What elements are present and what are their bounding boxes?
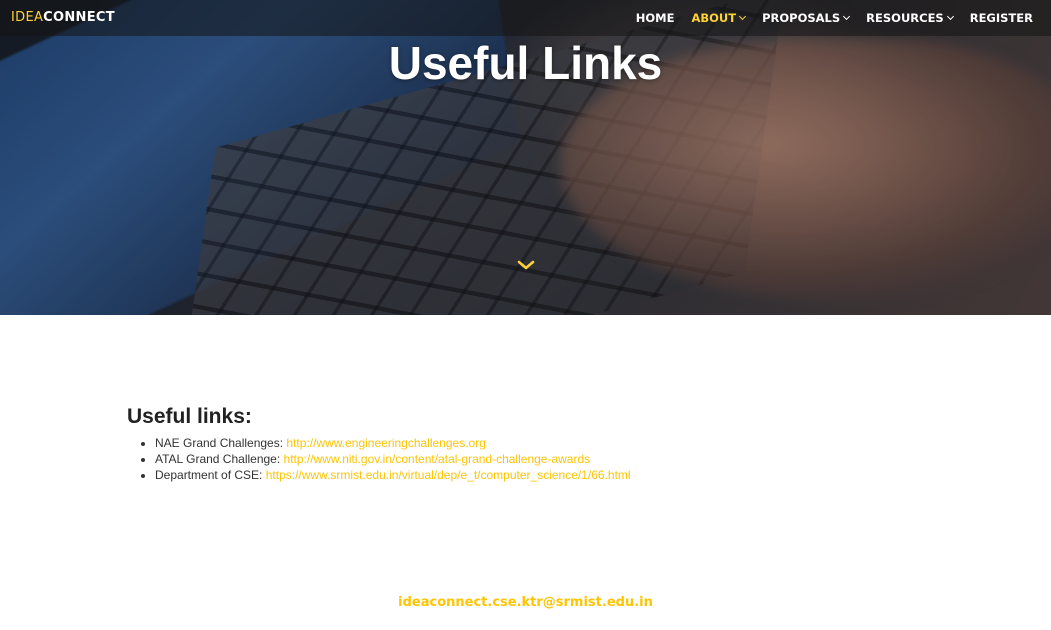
- nav-item-label: HOME: [635, 11, 675, 25]
- chevron-down-icon: [517, 260, 535, 270]
- link-atal[interactable]: http://www.niti.gov.in/content/atal-gran…: [284, 452, 591, 466]
- useful-links-section: Useful links: NAE Grand Challenges: http…: [127, 405, 927, 483]
- nav-item-home[interactable]: HOME: [636, 11, 675, 25]
- list-item: Department of CSE: https://www.srmist.ed…: [155, 467, 927, 483]
- nav-item-label: ABOUT: [691, 11, 737, 25]
- list-item: NAE Grand Challenges: http://www.enginee…: [155, 435, 927, 451]
- links-list: NAE Grand Challenges: http://www.enginee…: [127, 435, 927, 483]
- chevron-down-icon: [739, 12, 747, 20]
- section-heading: Useful links:: [127, 405, 252, 428]
- nav-item-label: RESOURCES: [866, 11, 944, 25]
- brand-logo[interactable]: IDEACONNECT: [11, 10, 115, 25]
- page-title: Useful Links: [388, 37, 663, 89]
- link-label: Department of CSE:: [155, 468, 263, 482]
- link-cse[interactable]: https://www.srmist.edu.in/virtual/dep/e_…: [266, 468, 631, 482]
- nav-item-about[interactable]: ABOUT: [691, 11, 747, 25]
- navbar: IDEACONNECT HOME ABOUT PROPOSALS RESOURC…: [0, 0, 1051, 36]
- brand-part1: IDEA: [11, 10, 44, 25]
- footer-email-link[interactable]: ideaconnect.cse.ktr@srmist.edu.in: [0, 595, 1051, 610]
- brand-part2: CONNECT: [43, 10, 115, 25]
- chevron-down-icon: [843, 12, 851, 20]
- nav-item-label: REGISTER: [969, 11, 1033, 25]
- link-label: ATAL Grand Challenge:: [155, 452, 281, 466]
- scroll-down-button[interactable]: [517, 257, 535, 271]
- nav-item-register[interactable]: REGISTER: [970, 11, 1033, 25]
- chevron-down-icon: [946, 12, 954, 20]
- link-nae[interactable]: http://www.engineeringchallenges.org: [286, 436, 485, 450]
- nav-item-proposals[interactable]: PROPOSALS: [762, 11, 851, 25]
- list-item: ATAL Grand Challenge: http://www.niti.go…: [155, 451, 927, 467]
- nav-item-resources[interactable]: RESOURCES: [866, 11, 954, 25]
- link-label: NAE Grand Challenges:: [155, 436, 284, 450]
- nav-menu: HOME ABOUT PROPOSALS RESOURCES REGISTER: [619, 0, 1033, 36]
- nav-item-label: PROPOSALS: [762, 11, 841, 25]
